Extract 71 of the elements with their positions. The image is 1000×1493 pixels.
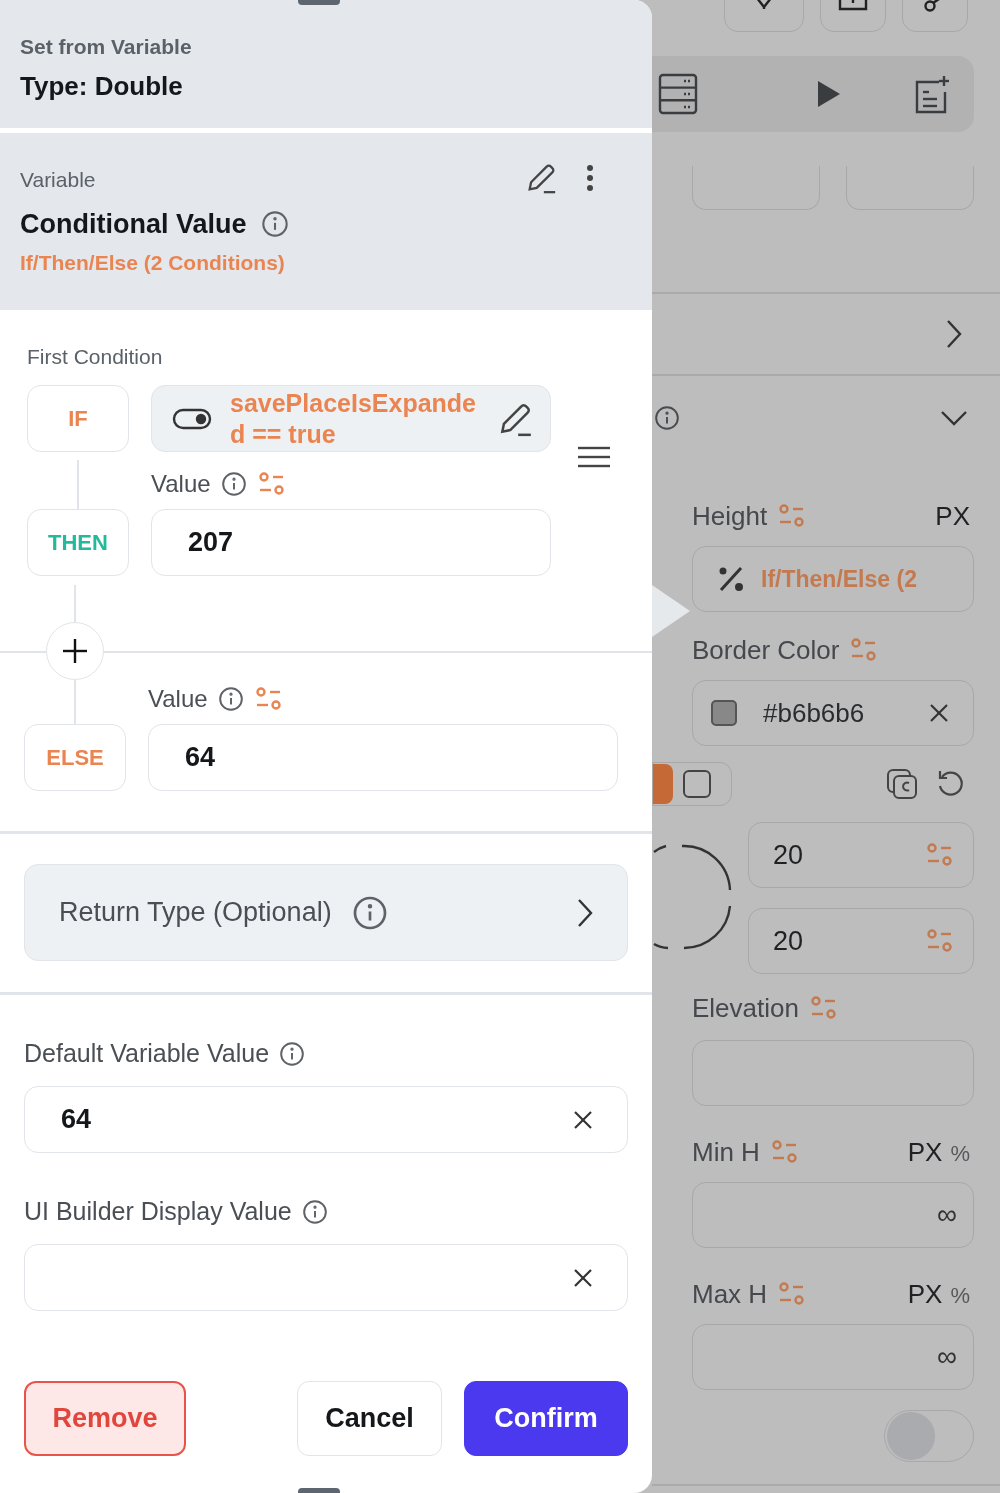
field-label: Max H bbox=[692, 1277, 768, 1311]
field-label: UI Builder Display Value bbox=[24, 1196, 292, 1228]
unit-option[interactable]: PX bbox=[907, 1274, 943, 1314]
height-value: If/Then/Else (2 bbox=[761, 564, 917, 594]
color-swatch bbox=[711, 700, 737, 726]
input-field[interactable]: 20 bbox=[748, 908, 974, 974]
info-icon[interactable] bbox=[654, 405, 680, 431]
more-icon[interactable] bbox=[586, 164, 594, 192]
field-label: Value bbox=[148, 684, 208, 714]
unit-option[interactable]: % bbox=[950, 1278, 970, 1312]
field-label: Elevation bbox=[692, 991, 799, 1025]
unit-option[interactable]: % bbox=[950, 1136, 970, 1170]
input-field[interactable]: 20 bbox=[748, 822, 974, 888]
plus-icon bbox=[62, 638, 88, 664]
info-icon[interactable] bbox=[220, 471, 247, 497]
info-icon[interactable] bbox=[260, 210, 289, 238]
input-field[interactable]: #b6b6b6 bbox=[692, 680, 974, 746]
input-field[interactable]: ∞ bbox=[692, 1182, 974, 1248]
chevron-down-icon[interactable] bbox=[940, 410, 968, 426]
server-icon[interactable] bbox=[658, 73, 698, 115]
variable-icon[interactable] bbox=[253, 686, 284, 712]
section-heading: First Condition bbox=[27, 344, 163, 370]
field-label: Min H bbox=[692, 1135, 760, 1169]
variable-icon[interactable] bbox=[256, 471, 287, 497]
drag-handle[interactable] bbox=[298, 1488, 340, 1493]
input-field[interactable]: 64 bbox=[24, 1086, 628, 1153]
return-type-label: Return Type (Optional) bbox=[59, 896, 332, 930]
branch-tag: IF bbox=[27, 385, 129, 452]
chevron-right-icon bbox=[577, 897, 593, 928]
cancel-button[interactable]: Cancel bbox=[297, 1381, 442, 1456]
variable-label: Variable bbox=[20, 167, 96, 193]
field-label: Border Color bbox=[692, 633, 840, 667]
info-icon[interactable] bbox=[217, 686, 244, 712]
info-icon[interactable] bbox=[301, 1199, 328, 1225]
segmented-control[interactable] bbox=[652, 762, 732, 806]
popover-pointer bbox=[652, 585, 690, 637]
info-icon[interactable] bbox=[279, 1041, 306, 1067]
play-icon[interactable] bbox=[818, 81, 840, 107]
toggle-icon bbox=[172, 407, 212, 430]
percent-icon bbox=[717, 565, 745, 593]
remove-button[interactable]: Remove bbox=[24, 1381, 186, 1456]
header-subtitle: Set from Variable bbox=[20, 34, 193, 60]
chevron-right-icon[interactable] bbox=[946, 319, 962, 349]
unit-option[interactable]: PX bbox=[907, 1132, 943, 1172]
value-field[interactable]: 207 bbox=[151, 509, 551, 576]
color-value: #b6b6b6 bbox=[763, 696, 865, 730]
value-field[interactable]: 64 bbox=[148, 724, 618, 791]
branch-tag: ELSE bbox=[24, 724, 126, 791]
close-icon[interactable] bbox=[573, 1109, 593, 1130]
variable-summary: If/Then/Else (2 Conditions) bbox=[20, 250, 286, 276]
close-icon[interactable] bbox=[573, 1267, 593, 1288]
header-title: Type: Double bbox=[20, 70, 184, 102]
return-type-row[interactable]: Return Type (Optional) bbox=[24, 864, 628, 961]
close-icon[interactable] bbox=[929, 703, 949, 723]
drag-handle[interactable] bbox=[298, 0, 340, 5]
square-icon[interactable] bbox=[683, 770, 711, 798]
infinity-value: ∞ bbox=[937, 1198, 957, 1232]
drag-handle-icon[interactable] bbox=[578, 446, 610, 468]
field-label: Height bbox=[692, 499, 768, 533]
branch-tag: THEN bbox=[27, 509, 129, 576]
field-label: Default Variable Value bbox=[24, 1038, 270, 1070]
info-icon[interactable] bbox=[351, 894, 388, 931]
field-label: Value bbox=[151, 469, 211, 499]
confirm-button[interactable]: Confirm bbox=[464, 1381, 628, 1456]
condition-expression: savePlaceIsExpanded == true bbox=[230, 387, 477, 450]
unit-option[interactable]: PX bbox=[935, 496, 970, 536]
undo-icon[interactable] bbox=[936, 769, 966, 799]
input-field[interactable]: ∞ bbox=[692, 1324, 974, 1390]
variable-name: Conditional Value bbox=[20, 208, 247, 240]
copy-icon[interactable] bbox=[886, 768, 918, 800]
infinity-value: ∞ bbox=[937, 1340, 957, 1374]
